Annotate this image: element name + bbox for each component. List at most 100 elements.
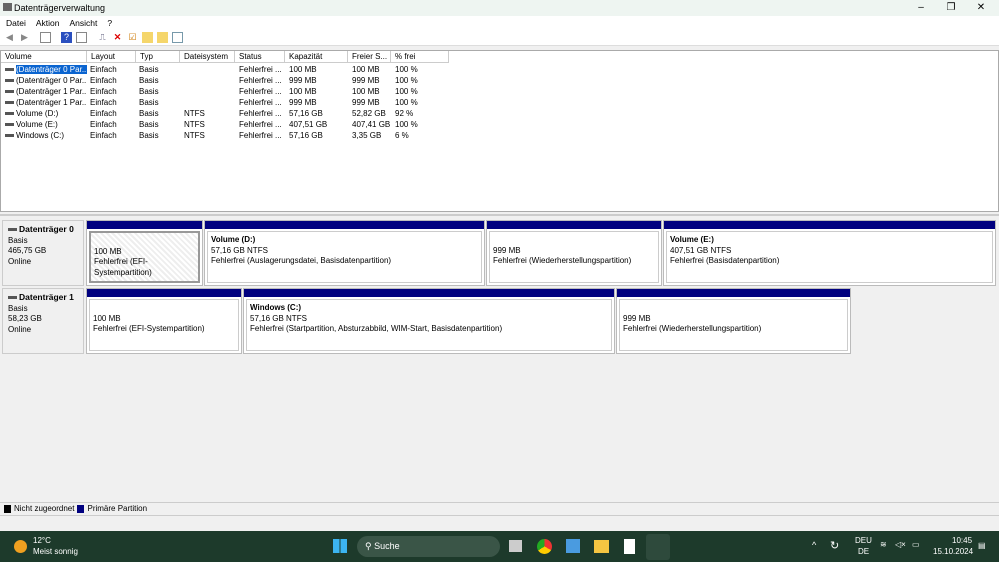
column-percent-free[interactable]: % frei xyxy=(391,51,449,63)
disk-1-label[interactable]: Datenträger 1 Basis 58,23 GB Online xyxy=(2,288,84,354)
partition-1-0[interactable]: 100 MB Fehlerfrei (EFI-Systempartition) xyxy=(86,288,242,354)
volume-list: Volume Layout Typ Dateisystem Status Kap… xyxy=(0,50,999,212)
connect-icon[interactable]: ⎍ xyxy=(97,32,108,43)
cell-text: Einfach xyxy=(90,76,117,85)
folder-up-icon[interactable] xyxy=(142,32,153,43)
forward-icon[interactable]: ▶ xyxy=(19,32,30,43)
cell-text: Einfach xyxy=(90,131,117,140)
table-row[interactable]: Volume (D:) Einfach Basis NTFS Fehlerfrei ..… xyxy=(1,108,451,119)
partition-0-3[interactable]: Volume (E:) 407,51 GB NTFS Fehlerfrei (Bas… xyxy=(663,220,996,286)
control-panel-icon[interactable] xyxy=(566,539,580,553)
clock-date[interactable]: 15.10.2024 xyxy=(933,547,973,556)
table-cell: 407,41 GB xyxy=(352,119,391,130)
table-cell: 999 MB xyxy=(289,75,348,86)
delete-icon[interactable]: ✕ xyxy=(112,32,123,43)
table-cell: 407,51 GB xyxy=(289,119,348,130)
cell-text: 100 % xyxy=(395,98,418,107)
minimize-button[interactable]: – xyxy=(906,0,936,16)
table-row[interactable]: Volume (E:) Einfach Basis NTFS Fehlerfrei ..… xyxy=(1,119,451,130)
partition-title: Volume (E:) xyxy=(670,235,714,244)
partition-0-0[interactable]: 100 MB Fehlerfrei (EFI-Systempartition) xyxy=(86,220,203,286)
notification-icon[interactable]: ▤ xyxy=(978,541,986,550)
partition-1-1[interactable]: Windows (C:) 57,16 GB NTFS Fehlerfrei (Sta… xyxy=(243,288,615,354)
menu-aktion[interactable]: Aktion xyxy=(36,18,60,28)
partition-info: Windows (C:) 57,16 GB NTFS Fehlerfrei (Sta… xyxy=(246,299,612,351)
menu-help[interactable]: ? xyxy=(107,18,112,28)
cell-text: 3,35 GB xyxy=(352,131,382,140)
cell-text: 407,41 GB xyxy=(352,120,391,129)
weather-temp[interactable]: 12°C xyxy=(33,536,51,545)
table-cell: Basis xyxy=(139,75,180,86)
primary-partition-bar xyxy=(87,221,202,229)
battery-icon[interactable]: ▭ xyxy=(912,540,920,549)
close-button[interactable]: ✕ xyxy=(966,0,996,16)
search-box[interactable]: ⚲ Suche xyxy=(357,536,500,557)
volume-icon xyxy=(5,101,14,105)
partition-0-1[interactable]: Volume (D:) 57,16 GB NTFS Fehlerfrei (Ausl… xyxy=(204,220,485,286)
properties-icon[interactable] xyxy=(76,32,87,43)
keyboard-layout[interactable]: DE xyxy=(858,547,869,556)
maximize-button[interactable]: ❐ xyxy=(936,0,966,16)
task-view-icon[interactable] xyxy=(509,540,522,552)
disk-management-icon xyxy=(3,3,12,11)
legend: Nicht zugeordnet Primäre Partition xyxy=(0,502,999,514)
table-cell: Einfach xyxy=(90,86,136,97)
disk-graph-view: Datenträger 0 Basis 465,75 GB Online Dat… xyxy=(0,214,999,500)
table-cell: Volume (E:) xyxy=(5,119,87,130)
partition-line2: Fehlerfrei (Wiederherstellungspartition) xyxy=(493,256,632,265)
table-cell: Fehlerfrei ... xyxy=(239,108,285,119)
cell-text: Einfach xyxy=(90,98,117,107)
wifi-icon[interactable]: ≋ xyxy=(880,540,887,549)
volume-muted-icon[interactable]: ◁× xyxy=(895,540,906,549)
cell-text: 57,16 GB xyxy=(289,109,323,118)
checklist-icon[interactable]: ☑ xyxy=(127,32,138,43)
view-icon[interactable] xyxy=(172,32,183,43)
column-free-space[interactable]: Freier S... xyxy=(348,51,391,63)
column-layout[interactable]: Layout xyxy=(87,51,136,63)
taskbar: 12°C Meist sonnig ⚲ Suche ^ ↻ DEU DE ≋ ◁… xyxy=(0,531,999,562)
cell-text: Basis xyxy=(139,87,159,96)
file-explorer-icon[interactable] xyxy=(594,540,609,553)
help-icon[interactable]: ? xyxy=(61,32,72,43)
table-row[interactable]: (Datenträger 1 Par... Einfach Basis Fehlerf… xyxy=(1,86,451,97)
menu-datei[interactable]: Datei xyxy=(6,18,26,28)
column-filesystem[interactable]: Dateisystem xyxy=(180,51,235,63)
notepad-icon[interactable] xyxy=(624,539,635,554)
disk-icon xyxy=(8,296,17,300)
language-indicator[interactable]: DEU xyxy=(855,536,872,545)
table-row[interactable]: (Datenträger 0 Par... Einfach Basis Fehlerf… xyxy=(1,75,451,86)
column-volume[interactable]: Volume xyxy=(1,51,87,63)
weather-text[interactable]: Meist sonnig xyxy=(33,547,78,556)
table-row[interactable]: (Datenträger 1 Par... Einfach Basis Fehlerf… xyxy=(1,97,451,108)
partition-title xyxy=(493,235,655,246)
table-cell: Basis xyxy=(139,97,180,108)
menu-ansicht[interactable]: Ansicht xyxy=(69,18,97,28)
partition-info: 999 MB Fehlerfrei (Wiederherstellungspart… xyxy=(489,231,659,283)
column-capacity[interactable]: Kapazität xyxy=(285,51,348,63)
weather-icon[interactable] xyxy=(14,540,27,553)
sync-icon[interactable]: ↻ xyxy=(830,539,839,552)
disk-0-label[interactable]: Datenträger 0 Basis 465,75 GB Online xyxy=(2,220,84,286)
partition-0-2[interactable]: 999 MB Fehlerfrei (Wiederherstellungspart… xyxy=(486,220,662,286)
table-cell: Fehlerfrei ... xyxy=(239,75,285,86)
column-status[interactable]: Status xyxy=(235,51,285,63)
back-icon[interactable]: ◀ xyxy=(4,32,15,43)
start-icon[interactable] xyxy=(333,539,347,553)
primary-partition-bar xyxy=(617,289,850,297)
cell-text: Fehlerfrei ... xyxy=(239,131,282,140)
disk-state: Online xyxy=(8,324,32,334)
chrome-icon[interactable] xyxy=(537,539,552,554)
table-cell: Fehlerfrei ... xyxy=(239,86,285,97)
column-type[interactable]: Typ xyxy=(136,51,180,63)
partition-1-2[interactable]: 999 MB Fehlerfrei (Wiederherstellungspart… xyxy=(616,288,851,354)
partition-line1: 999 MB xyxy=(623,313,651,323)
folder-search-icon[interactable] xyxy=(157,32,168,43)
console-tree-icon[interactable] xyxy=(40,32,51,43)
chevron-up-icon[interactable]: ^ xyxy=(812,540,816,550)
disk-management-task-icon[interactable] xyxy=(646,534,670,560)
table-row[interactable]: Windows (C:) Einfach Basis NTFS Fehlerfrei .… xyxy=(1,130,451,141)
table-row[interactable]: (Datenträger 0 Par... Einfach Basis Fehlerf… xyxy=(1,64,451,75)
clock-time[interactable]: 10:45 xyxy=(952,536,972,545)
primary-partition-bar xyxy=(87,289,241,297)
cell-text: 92 % xyxy=(395,109,414,118)
